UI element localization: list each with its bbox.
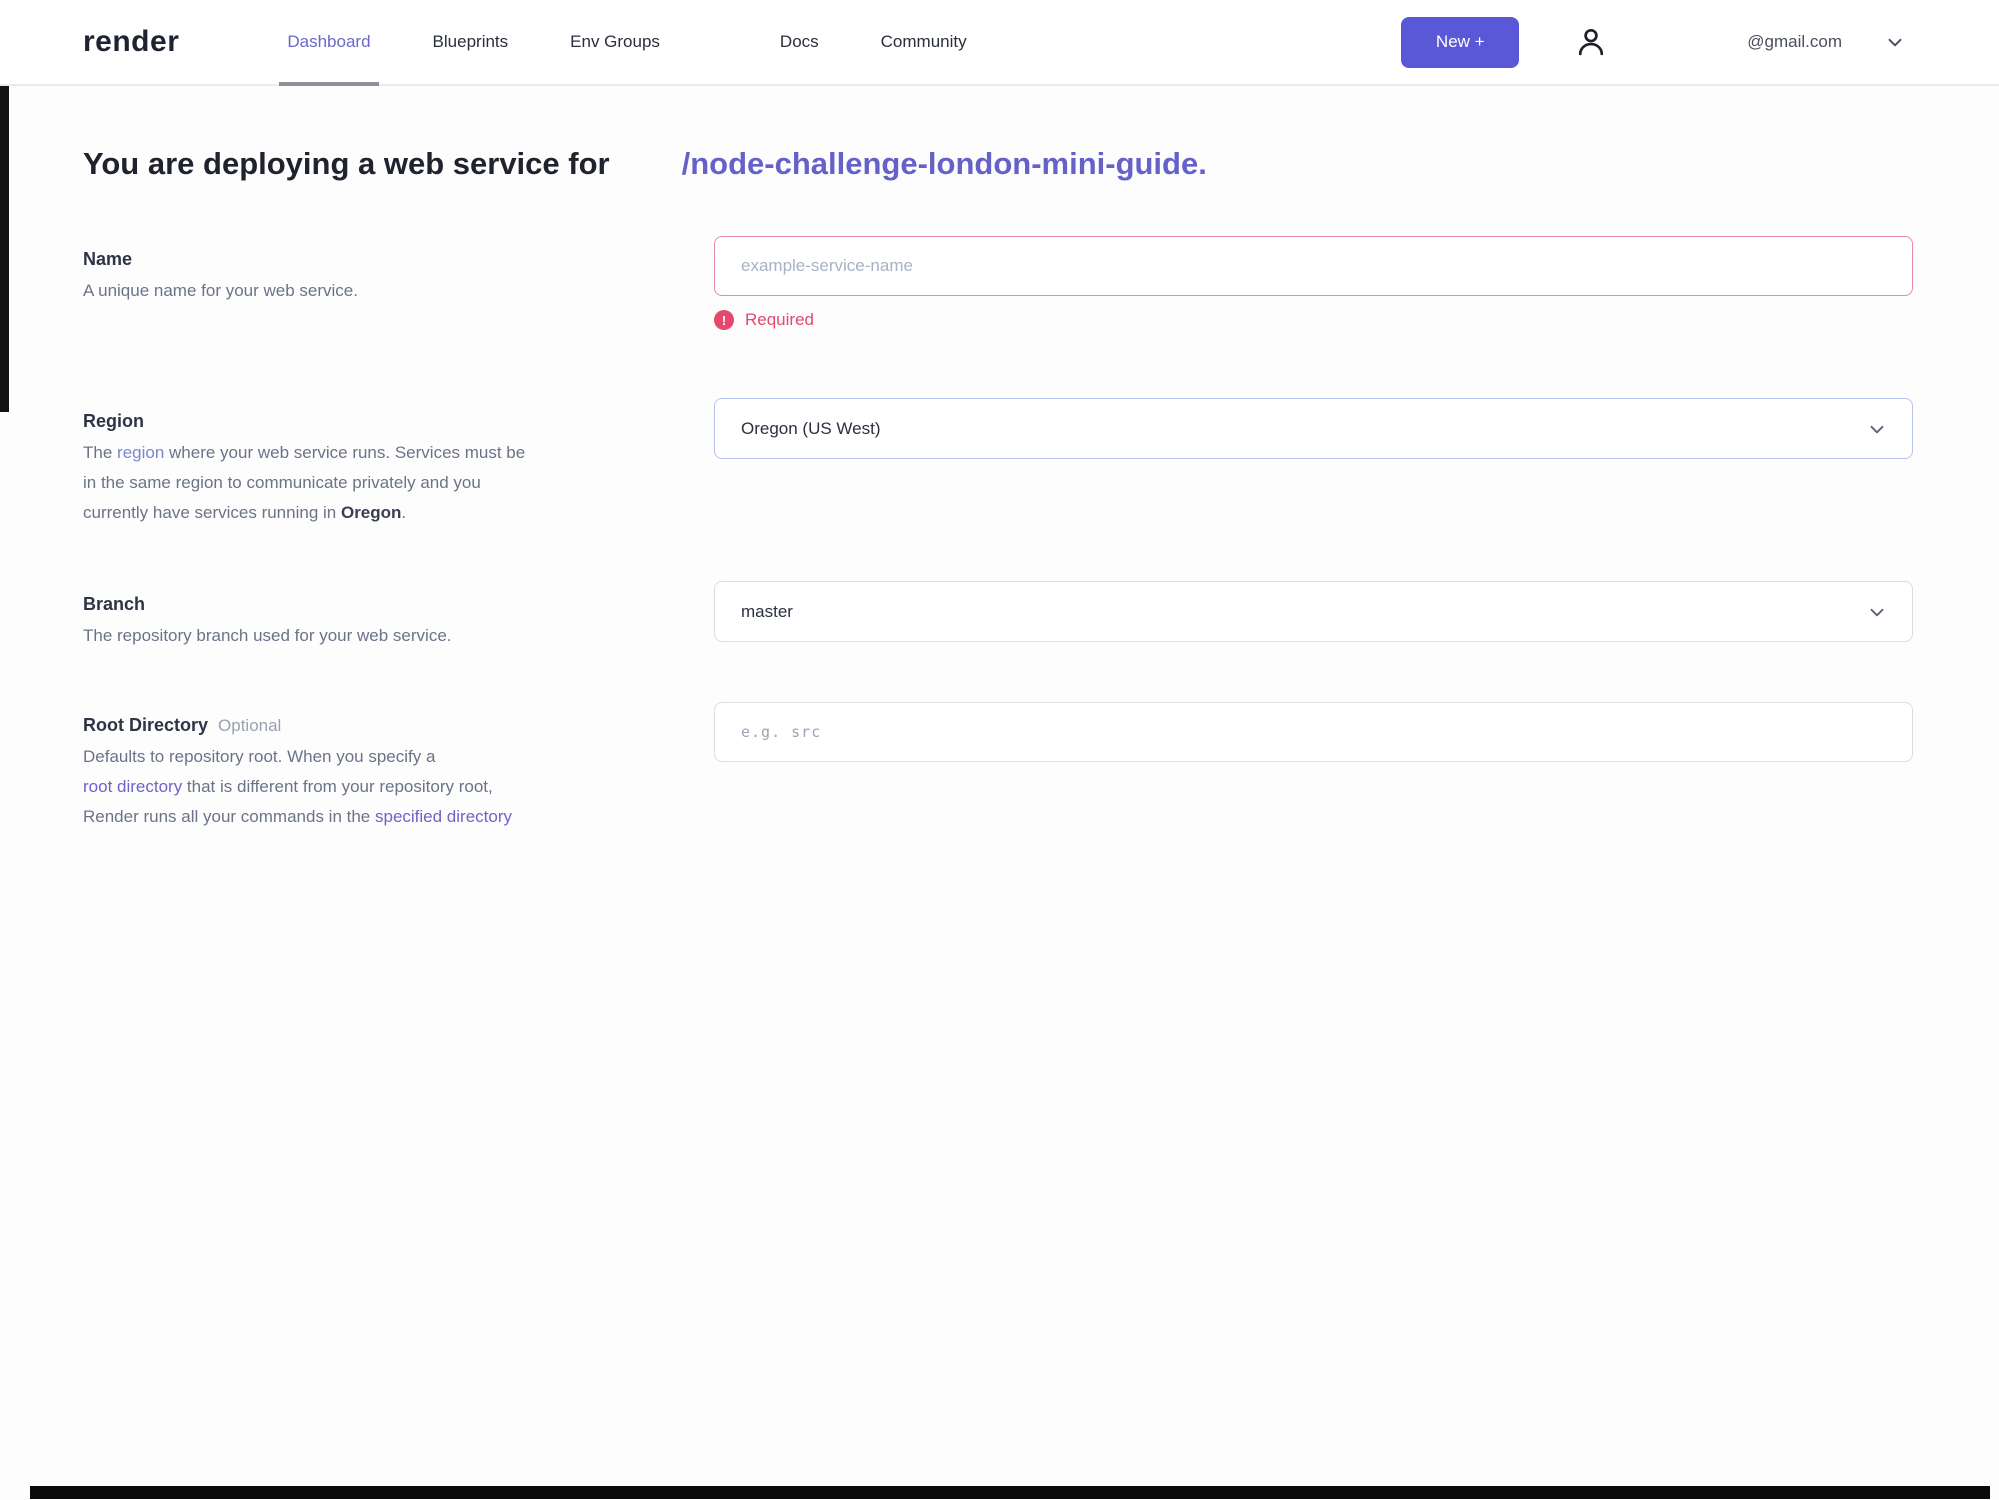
nav-item-dashboard-label: Dashboard: [287, 32, 371, 51]
page-title: You are deploying a web service for /nod…: [83, 146, 1999, 182]
branch-field-col: master: [714, 581, 1913, 642]
primary-nav: Dashboard Blueprints Env Groups Docs Com…: [279, 0, 1020, 86]
root-directory-field-row: Root Directory Optional Defaults to repos…: [83, 702, 1999, 832]
region-select[interactable]: Oregon (US West): [714, 398, 1913, 459]
name-input[interactable]: [714, 236, 1913, 296]
region-description: The region where your web service runs. …: [83, 438, 673, 528]
root-directory-link[interactable]: root directory: [83, 777, 182, 796]
region-desc-oregon: Oregon: [340, 503, 402, 522]
region-desc-text: where your web service runs. Services mu…: [164, 443, 526, 462]
branch-select[interactable]: master: [714, 581, 1913, 642]
bottom-edge-artifact: [30, 1486, 1990, 1499]
person-icon: [1572, 23, 1610, 61]
branch-select-value: master: [741, 601, 793, 621]
page-title-prefix: You are deploying a web service for: [83, 146, 610, 181]
nav-item-community[interactable]: Community: [873, 0, 975, 84]
region-desc-link[interactable]: region: [117, 443, 164, 462]
chevron-down-icon: [1866, 601, 1888, 623]
new-button[interactable]: New +: [1401, 16, 1520, 68]
region-select-value: Oregon (US West): [741, 418, 881, 438]
account-dropdown[interactable]: @gmail.com: [1747, 31, 1906, 53]
region-description-line2: in the same region to communicate privat…: [83, 473, 481, 492]
root-directory-input[interactable]: [714, 702, 1913, 762]
page: render Dashboard Blueprints Env Groups D…: [0, 0, 1999, 1500]
region-description-line3: currently have services running in Orego…: [83, 498, 673, 528]
root-desc-line2: root directory that is different from yo…: [83, 772, 673, 802]
branch-label: Branch: [83, 594, 146, 614]
region-desc-text: .: [401, 503, 407, 522]
name-field-col: ! Required: [714, 236, 1913, 330]
header-right-cluster: New + @gmail.com: [1401, 16, 1906, 68]
chevron-down-icon: [1884, 31, 1906, 53]
region-label: Region: [83, 411, 144, 431]
root-directory-label: Root Directory Optional: [83, 715, 674, 736]
root-directory-description: Defaults to repository root. When you sp…: [83, 742, 673, 832]
error-exclamation-icon: !: [714, 310, 734, 330]
new-button-label: New +: [1435, 32, 1485, 51]
region-description-line1: The region where your web service runs. …: [83, 438, 673, 468]
region-desc-text: The: [83, 443, 118, 462]
page-title-repo-link[interactable]: /node-challenge-london-mini-guide.: [682, 146, 1207, 182]
active-tab-indicator: [279, 82, 379, 86]
nav-item-community-label: Community: [880, 32, 967, 51]
region-label-col: Region The region where your web service…: [83, 398, 714, 528]
name-field-row: Name A unique name for your web service.…: [83, 236, 1999, 330]
optional-tag: Optional: [218, 716, 282, 735]
user-menu-button[interactable]: [1565, 16, 1617, 68]
chevron-down-icon: [1866, 418, 1888, 440]
top-nav: render Dashboard Blueprints Env Groups D…: [0, 0, 1999, 86]
nav-item-dashboard[interactable]: Dashboard: [279, 0, 379, 86]
name-label: Name: [83, 249, 133, 269]
nav-item-env-groups[interactable]: Env Groups: [562, 0, 668, 84]
root-directory-label-text: Root Directory: [83, 715, 209, 735]
region-field-col: Oregon (US West): [714, 398, 1913, 459]
account-email: @gmail.com: [1747, 32, 1842, 51]
root-directory-label-col: Root Directory Optional Defaults to repos…: [83, 702, 714, 832]
name-label-col: Name A unique name for your web service.: [83, 236, 714, 306]
branch-field-row: Branch The repository branch used for yo…: [83, 581, 1999, 651]
root-desc-line1: Defaults to repository root. When you sp…: [83, 747, 436, 766]
branch-label-col: Branch The repository branch used for yo…: [83, 581, 714, 651]
nav-item-docs[interactable]: Docs: [772, 0, 827, 84]
region-desc-text: currently have services running in: [83, 503, 341, 522]
branch-description: The repository branch used for your web …: [83, 626, 452, 645]
name-description: A unique name for your web service.: [83, 281, 358, 300]
deploy-form: You are deploying a web service for /nod…: [0, 146, 1999, 832]
region-field-row: Region The region where your web service…: [83, 398, 1999, 528]
name-error: ! Required: [714, 310, 1913, 330]
root-desc-line3: Render runs all your commands in the spe…: [83, 802, 673, 832]
nav-item-docs-label: Docs: [779, 32, 819, 51]
nav-item-env-groups-label: Env Groups: [570, 32, 660, 51]
root-desc-text: that is different from your repository r…: [182, 777, 493, 796]
root-desc-text: Render runs all your commands in the: [83, 807, 375, 826]
render-logo: render: [83, 25, 180, 58]
root-directory-field-col: [714, 702, 1913, 762]
nav-item-blueprints[interactable]: Blueprints: [425, 0, 517, 84]
nav-item-blueprints-label: Blueprints: [432, 32, 509, 51]
name-error-text: Required: [745, 310, 814, 329]
specified-directory-link[interactable]: specified directory: [375, 807, 512, 826]
